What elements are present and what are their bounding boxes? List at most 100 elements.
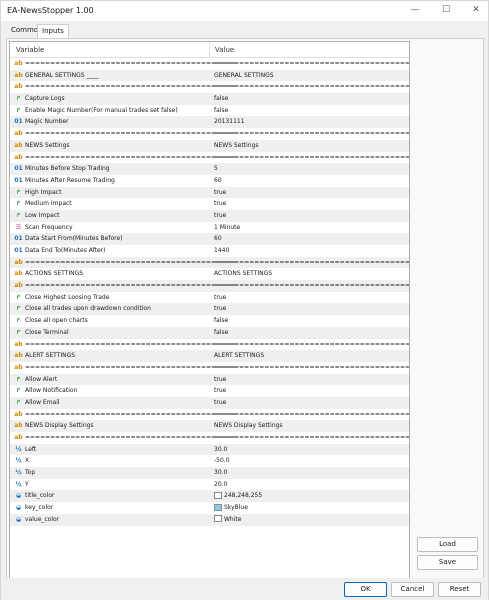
table-row[interactable]: ◒ value_color White: [10, 513, 409, 526]
table-row[interactable]: ab ALERT SETTINGS ALERT SETTINGS: [10, 350, 409, 362]
variable-value[interactable]: NEWS Display Settings: [214, 420, 283, 432]
table-row[interactable]: ◒ title_color 248,248,255: [10, 490, 409, 503]
variable-value[interactable]: 5: [214, 163, 218, 175]
table-row[interactable]: ↱ Capture Logs false: [10, 93, 409, 105]
table-row[interactable]: ab ======================================…: [10, 339, 409, 351]
variable-value[interactable]: true: [214, 397, 226, 409]
table-row[interactable]: ab ======================================…: [10, 128, 409, 140]
table-row[interactable]: ◒ key_color SkyBlue: [10, 502, 409, 514]
variable-value[interactable]: ========================================…: [214, 362, 409, 374]
variable-value[interactable]: true: [214, 374, 226, 386]
variable-value[interactable]: false: [214, 327, 228, 339]
table-row[interactable]: ↱ High Impact true: [10, 186, 409, 199]
table-row[interactable]: ab ======================================…: [10, 432, 409, 444]
variable-name: value_color: [25, 515, 60, 523]
variable-value[interactable]: 1 Minute: [214, 222, 240, 234]
variable-value[interactable]: 60: [214, 175, 222, 187]
table-row[interactable]: ab NEWS Settings NEWS Settings: [10, 139, 409, 152]
variable-value[interactable]: -50.0: [214, 455, 230, 467]
reset-button[interactable]: Reset: [438, 582, 481, 597]
table-row[interactable]: 01 Minutes Before Stop Trading 5: [10, 163, 409, 175]
variable-value[interactable]: 20.0: [214, 479, 227, 491]
table-row[interactable]: ab GENERAL SETTINGS ____ GENERAL SETTINGS: [10, 69, 409, 82]
variable-value[interactable]: ========================================…: [214, 152, 409, 164]
table-row[interactable]: 01 Minutes After Resume Trading 60: [10, 175, 409, 187]
table-row[interactable]: ↱ Allow Alert true: [10, 373, 409, 386]
table-row[interactable]: 01 Magic Number 20131111: [10, 116, 409, 129]
bool-type-icon: ↱: [15, 95, 22, 103]
variable-value[interactable]: true: [214, 210, 226, 222]
table-row[interactable]: ab ======================================…: [10, 280, 409, 292]
table-row[interactable]: ab ======================================…: [10, 256, 409, 269]
table-row[interactable]: ↱ Allow Notification true: [10, 385, 409, 397]
variable-value[interactable]: ========================================…: [214, 280, 409, 292]
color-swatch[interactable]: [214, 515, 222, 523]
save-button[interactable]: Save: [417, 555, 478, 570]
variable-value[interactable]: 1440: [214, 245, 229, 257]
table-row[interactable]: ↱ Enable Magic Number(For manual trades s…: [10, 105, 409, 117]
table-row[interactable]: ab ACTIONS SETTINGS ACTIONS SETTINGS: [10, 268, 409, 280]
table-row[interactable]: ab NEWS Display Settings NEWS Display Sett…: [10, 420, 409, 432]
maximize-icon[interactable]: ☐: [433, 3, 459, 18]
variable-value[interactable]: true: [214, 187, 226, 199]
table-row[interactable]: ↱ Close all open charts false: [10, 315, 409, 327]
table-row[interactable]: ab ======================================…: [10, 152, 409, 164]
table-row[interactable]: ½ Y 20.0: [10, 479, 409, 491]
color-swatch[interactable]: [214, 503, 222, 511]
variable-value[interactable]: ========================================…: [214, 257, 409, 269]
table-row[interactable]: ½ Left 30.0: [10, 443, 409, 456]
variable-value[interactable]: false: [214, 105, 228, 117]
table-row[interactable]: ↱ Close all trades upon drawdown conditio…: [10, 303, 409, 316]
variable-value[interactable]: ========================================…: [214, 339, 409, 351]
table-row[interactable]: ab ======================================…: [10, 81, 409, 93]
table-row[interactable]: ½ Top 30.0: [10, 467, 409, 479]
column-divider[interactable]: [209, 42, 210, 58]
variable-value[interactable]: SkyBlue: [214, 502, 248, 514]
variable-value[interactable]: 30.0: [214, 444, 227, 456]
minimize-icon[interactable]: —: [402, 3, 428, 18]
table-row[interactable]: 01 Data Start From(Minutes Before) 60: [10, 233, 409, 245]
variable-value[interactable]: NEWS Settings: [214, 140, 259, 152]
variable-name: Close Highest Loosing Trade: [25, 293, 110, 301]
column-header-variable[interactable]: Variable: [16, 46, 44, 54]
string-type-icon: ab: [14, 363, 23, 371]
table-row[interactable]: ↱ Close Terminal false: [10, 326, 409, 339]
column-header-value[interactable]: Value: [215, 46, 234, 54]
variable-value[interactable]: ACTIONS SETTINGS: [214, 268, 272, 280]
variable-value[interactable]: true: [214, 303, 226, 315]
table-row[interactable]: ↱ Allow Email true: [10, 396, 409, 409]
tab-inputs[interactable]: Inputs: [37, 24, 69, 39]
table-row[interactable]: ↱ Low Impact true: [10, 209, 409, 222]
table-row[interactable]: 01 Data End To(Minutes After) 1440: [10, 245, 409, 257]
double-type-icon: ½: [15, 457, 22, 465]
variable-value[interactable]: ALERT SETTINGS: [214, 350, 264, 362]
table-row[interactable]: ab ======================================…: [10, 362, 409, 374]
ok-button[interactable]: OK: [344, 582, 387, 597]
variable-value[interactable]: true: [214, 385, 226, 397]
table-row[interactable]: ½ X -50.0: [10, 455, 409, 467]
variable-value[interactable]: 20131111: [214, 116, 245, 128]
load-button[interactable]: Load: [417, 537, 478, 552]
variable-value[interactable]: 60: [214, 233, 222, 245]
variable-value[interactable]: ========================================…: [214, 128, 409, 140]
variable-value[interactable]: GENERAL SETTINGS: [214, 70, 274, 82]
variable-value[interactable]: true: [214, 292, 226, 304]
table-row[interactable]: ab ======================================…: [10, 409, 409, 421]
variable-value[interactable]: ========================================…: [214, 409, 409, 421]
variable-value[interactable]: ========================================…: [214, 81, 409, 93]
color-swatch[interactable]: [214, 491, 222, 499]
table-row[interactable]: ↱ Medium Impact true: [10, 198, 409, 210]
variable-value[interactable]: false: [214, 93, 228, 105]
variable-value[interactable]: ========================================…: [214, 432, 409, 444]
variable-value[interactable]: ========================================…: [214, 58, 409, 70]
table-row[interactable]: ☰ Scan Frequency 1 Minute: [10, 222, 409, 234]
variable-value[interactable]: 248,248,255: [214, 490, 262, 502]
table-row[interactable]: ab ======================================…: [10, 58, 409, 70]
variable-value[interactable]: false: [214, 315, 228, 327]
cancel-button[interactable]: Cancel: [391, 582, 434, 597]
close-icon[interactable]: ✕: [463, 3, 489, 18]
table-row[interactable]: ↱ Close Highest Loosing Trade true: [10, 292, 409, 304]
variable-value[interactable]: true: [214, 198, 226, 210]
variable-value[interactable]: 30.0: [214, 467, 227, 479]
variable-value[interactable]: White: [214, 514, 241, 526]
